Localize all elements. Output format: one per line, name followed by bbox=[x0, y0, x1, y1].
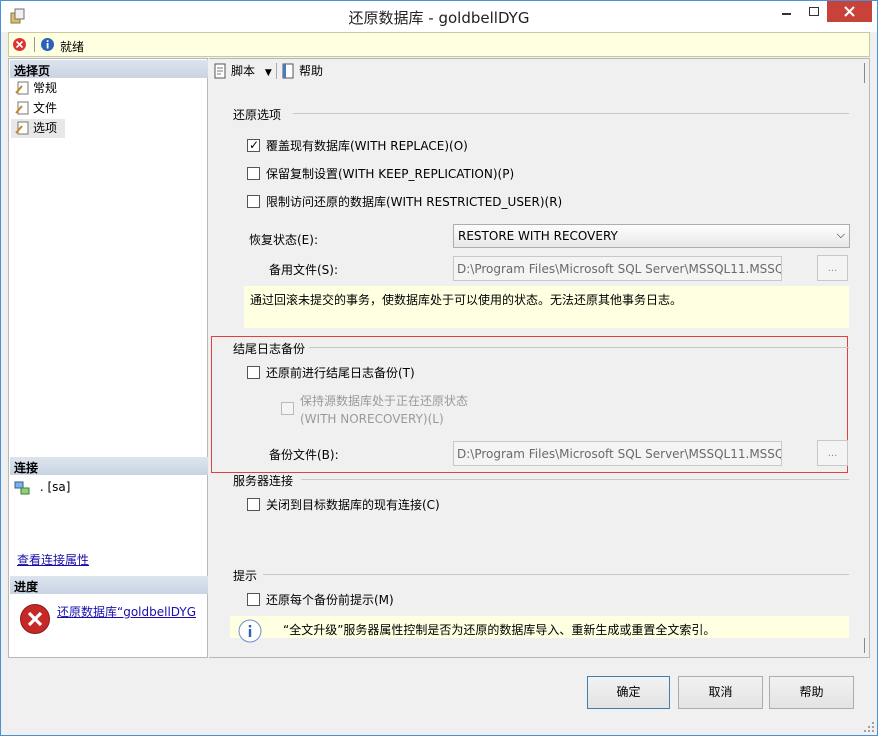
script-button[interactable]: 脚本 ▼ bbox=[211, 62, 272, 80]
keep-replication-checkbox[interactable] bbox=[247, 167, 260, 180]
nav-item-files[interactable]: 文件 bbox=[11, 99, 151, 118]
prompt-checkbox[interactable] bbox=[247, 593, 260, 606]
group-divider bbox=[263, 574, 849, 575]
vertical-scrollbar[interactable] bbox=[861, 63, 869, 653]
tail-log-checkbox[interactable] bbox=[247, 366, 260, 379]
resize-grip-icon[interactable] bbox=[863, 721, 875, 733]
recovery-state-select[interactable]: RESTORE WITH RECOVERY ⌵ bbox=[453, 224, 850, 248]
recovery-state-label: 恢复状态(E): bbox=[249, 233, 318, 247]
restricted-user-checkbox[interactable] bbox=[247, 195, 260, 208]
window-title: 还原数据库 - goldbellDYG bbox=[348, 9, 530, 27]
recovery-state-info: 通过回滚未提交的事务，使数据库处于可以使用的状态。无法还原其他事务日志。 bbox=[244, 286, 849, 328]
group-divider bbox=[301, 479, 849, 480]
progress-error-link[interactable]: 还原数据库“goldbellDYG bbox=[57, 603, 196, 620]
fulltext-info: “全文升级”服务器属性控制是否为还原的数据库导入、重新生成或重置全文索引。 bbox=[230, 616, 849, 643]
group-divider bbox=[293, 113, 849, 114]
view-connection-properties-link[interactable]: 查看连接属性 bbox=[17, 551, 89, 568]
standby-file-label: 备用文件(S): bbox=[269, 263, 339, 277]
status-strip: 就绪 bbox=[8, 32, 870, 57]
recovery-state-value: RESTORE WITH RECOVERY bbox=[458, 229, 618, 243]
backup-file-browse-button[interactable]: ... bbox=[817, 440, 848, 466]
script-label: 脚本 bbox=[231, 64, 256, 78]
ok-button[interactable]: 确定 bbox=[587, 676, 670, 709]
cancel-button[interactable]: 取消 bbox=[678, 676, 763, 709]
help-book-icon bbox=[282, 63, 294, 79]
info-icon bbox=[238, 619, 262, 643]
norecovery-checkbox[interactable] bbox=[281, 402, 294, 415]
overwrite-checkbox[interactable] bbox=[247, 138, 260, 152]
connection-row: . [sa] bbox=[14, 480, 70, 495]
restore-database-dialog: 还原数据库 - goldbellDYG 就绪 选择页 常规 文件 选项 连接 .… bbox=[0, 0, 878, 736]
nav-item-label: 选项 bbox=[33, 121, 58, 135]
prompt-label: 还原每个备份前提示(M) bbox=[266, 593, 394, 607]
help-button[interactable]: 帮助 bbox=[769, 676, 854, 709]
help-toolbar-button[interactable]: 帮助 bbox=[279, 62, 323, 80]
progress-header: 进度 bbox=[10, 576, 208, 594]
left-panel: 选择页 常规 文件 选项 连接 . [sa] 查看连接属性 进度 还原数据库“g… bbox=[8, 58, 208, 658]
server-connection-icon bbox=[14, 481, 30, 494]
tail-log-label: 还原前进行结尾日志备份(T) bbox=[266, 366, 415, 380]
standby-file-browse-button[interactable]: ... bbox=[817, 255, 848, 281]
restricted-user-label: 限制访问还原的数据库(WITH RESTRICTED_USER)(R) bbox=[266, 195, 563, 209]
nav-item-general[interactable]: 常规 bbox=[11, 79, 151, 98]
chevron-down-icon: ⌵ bbox=[836, 228, 845, 241]
norecovery-label-line2: (WITH NORECOVERY)(L) bbox=[300, 412, 444, 426]
fulltext-info-text: “全文升级”服务器属性控制是否为还原的数据库导入、重新生成或重置全文索引。 bbox=[283, 623, 716, 637]
minimize-button[interactable] bbox=[772, 1, 801, 22]
maximize-button[interactable] bbox=[801, 1, 827, 22]
script-icon bbox=[214, 63, 226, 79]
connection-header: 连接 bbox=[10, 457, 208, 475]
nav-item-options[interactable]: 选项 bbox=[11, 119, 65, 138]
server-connections-title: 服务器连接 bbox=[233, 474, 294, 488]
select-page-header: 选择页 bbox=[10, 60, 208, 78]
info-icon bbox=[41, 38, 54, 51]
maximize-icon bbox=[809, 7, 819, 16]
standby-file-field[interactable]: D:\Program Files\Microsoft SQL Server\MS… bbox=[453, 256, 782, 281]
keep-replication-label: 保留复制设置(WITH KEEP_REPLICATION)(P) bbox=[266, 167, 515, 181]
prompt-title: 提示 bbox=[233, 569, 258, 583]
title-bar: 还原数据库 - goldbellDYG bbox=[1, 1, 877, 32]
restore-options-title: 还原选项 bbox=[233, 108, 282, 122]
nav-item-label: 常规 bbox=[33, 81, 58, 95]
status-separator bbox=[34, 37, 35, 52]
page-wrench-icon bbox=[15, 101, 29, 115]
help-toolbar-label: 帮助 bbox=[299, 64, 324, 78]
options-page: 脚本 ▼ 帮助 还原选项 覆盖现有数据库(WITH REPLACE)(O) 保留… bbox=[209, 58, 870, 658]
backup-file-field[interactable]: D:\Program Files\Microsoft SQL Server\MS… bbox=[453, 441, 782, 466]
connection-value: . [sa] bbox=[39, 480, 71, 494]
close-connections-label: 关闭到目标数据库的现有连接(C) bbox=[266, 498, 440, 512]
backup-file-label: 备份文件(B): bbox=[269, 448, 339, 462]
close-connections-checkbox[interactable] bbox=[247, 498, 260, 511]
toolbar: 脚本 ▼ 帮助 bbox=[209, 59, 869, 83]
minimize-icon bbox=[782, 13, 791, 15]
chevron-down-icon[interactable]: ▼ bbox=[265, 68, 272, 78]
nav-item-label: 文件 bbox=[33, 101, 58, 115]
group-divider bbox=[309, 347, 849, 348]
toolbar-separator bbox=[276, 63, 277, 79]
close-icon bbox=[844, 6, 855, 17]
overwrite-label: 覆盖现有数据库(WITH REPLACE)(O) bbox=[266, 139, 468, 153]
stop-icon[interactable] bbox=[12, 37, 27, 52]
norecovery-label-line1: 保持源数据库处于正在还原状态 bbox=[300, 394, 469, 408]
tail-log-title: 结尾日志备份 bbox=[233, 342, 306, 356]
error-icon bbox=[20, 604, 50, 634]
page-wrench-icon bbox=[15, 81, 29, 95]
close-button[interactable] bbox=[827, 1, 872, 22]
page-wrench-icon bbox=[15, 121, 29, 135]
status-text: 就绪 bbox=[60, 40, 85, 54]
